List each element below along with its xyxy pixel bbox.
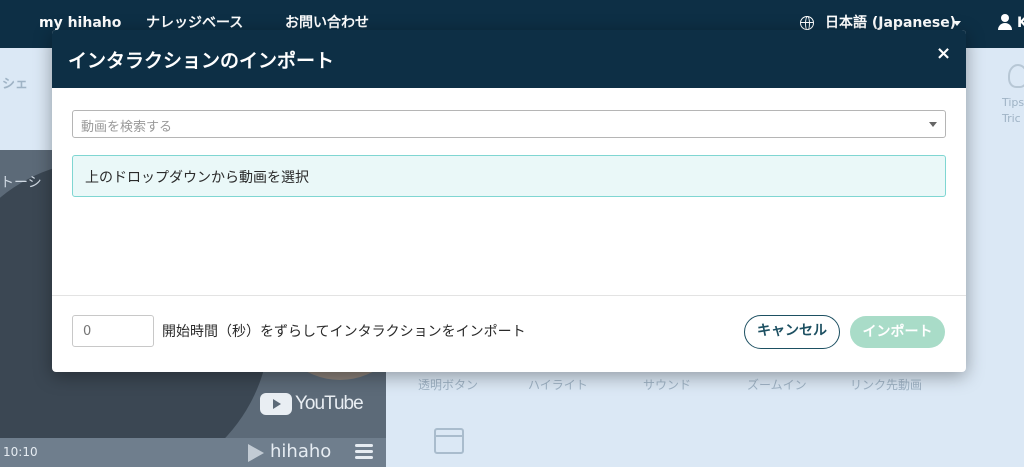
chevron-down-icon[interactable]: [953, 21, 961, 26]
chevron-down-icon[interactable]: [929, 122, 937, 127]
footer-divider: [52, 295, 966, 296]
video-control-bar: 10:10 hihaho: [0, 438, 386, 467]
tool-link-video[interactable]: リンク先動画: [850, 376, 922, 393]
modal-header: インタラクションのインポート ×: [52, 30, 966, 88]
video-title: トーシ: [0, 175, 42, 191]
info-alert: 上のドロップダウンから動画を選択: [72, 155, 946, 197]
video-search-placeholder: 動画を検索する: [81, 120, 173, 135]
start-offset-input[interactable]: [72, 315, 154, 347]
info-message: 上のドロップダウンから動画を選択: [85, 170, 309, 186]
tool-zoom-in[interactable]: ズームイン: [747, 376, 807, 393]
start-offset-label: 開始時間（秒）をずらしてインタラクションをインポート: [162, 324, 526, 340]
modal-title: インタラクションのインポート: [68, 50, 335, 72]
hihaho-logo-icon: [248, 444, 264, 462]
menu-icon[interactable]: [355, 444, 373, 462]
globe-icon[interactable]: [800, 16, 814, 31]
youtube-logo: YouTube: [260, 392, 364, 416]
user-menu[interactable]: K: [1017, 0, 1024, 46]
tips-label: Tips Tric: [1002, 96, 1024, 125]
import-interactions-modal: インタラクションのインポート × 動画を検索する 上のドロップダウンから動画を選…: [52, 30, 966, 372]
window-icon[interactable]: [434, 428, 464, 454]
tool-sound[interactable]: サウンド: [643, 376, 691, 393]
video-search-select[interactable]: 動画を検索する: [72, 110, 946, 138]
user-icon[interactable]: [998, 14, 1012, 30]
brand-label: hihaho: [270, 441, 332, 462]
tool-transparent-button[interactable]: 透明ボタン: [418, 376, 478, 393]
youtube-play-icon: [260, 393, 292, 415]
close-icon[interactable]: ×: [936, 43, 951, 64]
video-time: 10:10: [3, 445, 38, 459]
cancel-button[interactable]: キャンセル: [744, 315, 840, 349]
lightbulb-icon: [1008, 64, 1024, 88]
tool-highlight[interactable]: ハイライト: [528, 376, 588, 393]
share-label: シェ: [2, 77, 29, 92]
import-button[interactable]: インポート: [850, 316, 945, 348]
